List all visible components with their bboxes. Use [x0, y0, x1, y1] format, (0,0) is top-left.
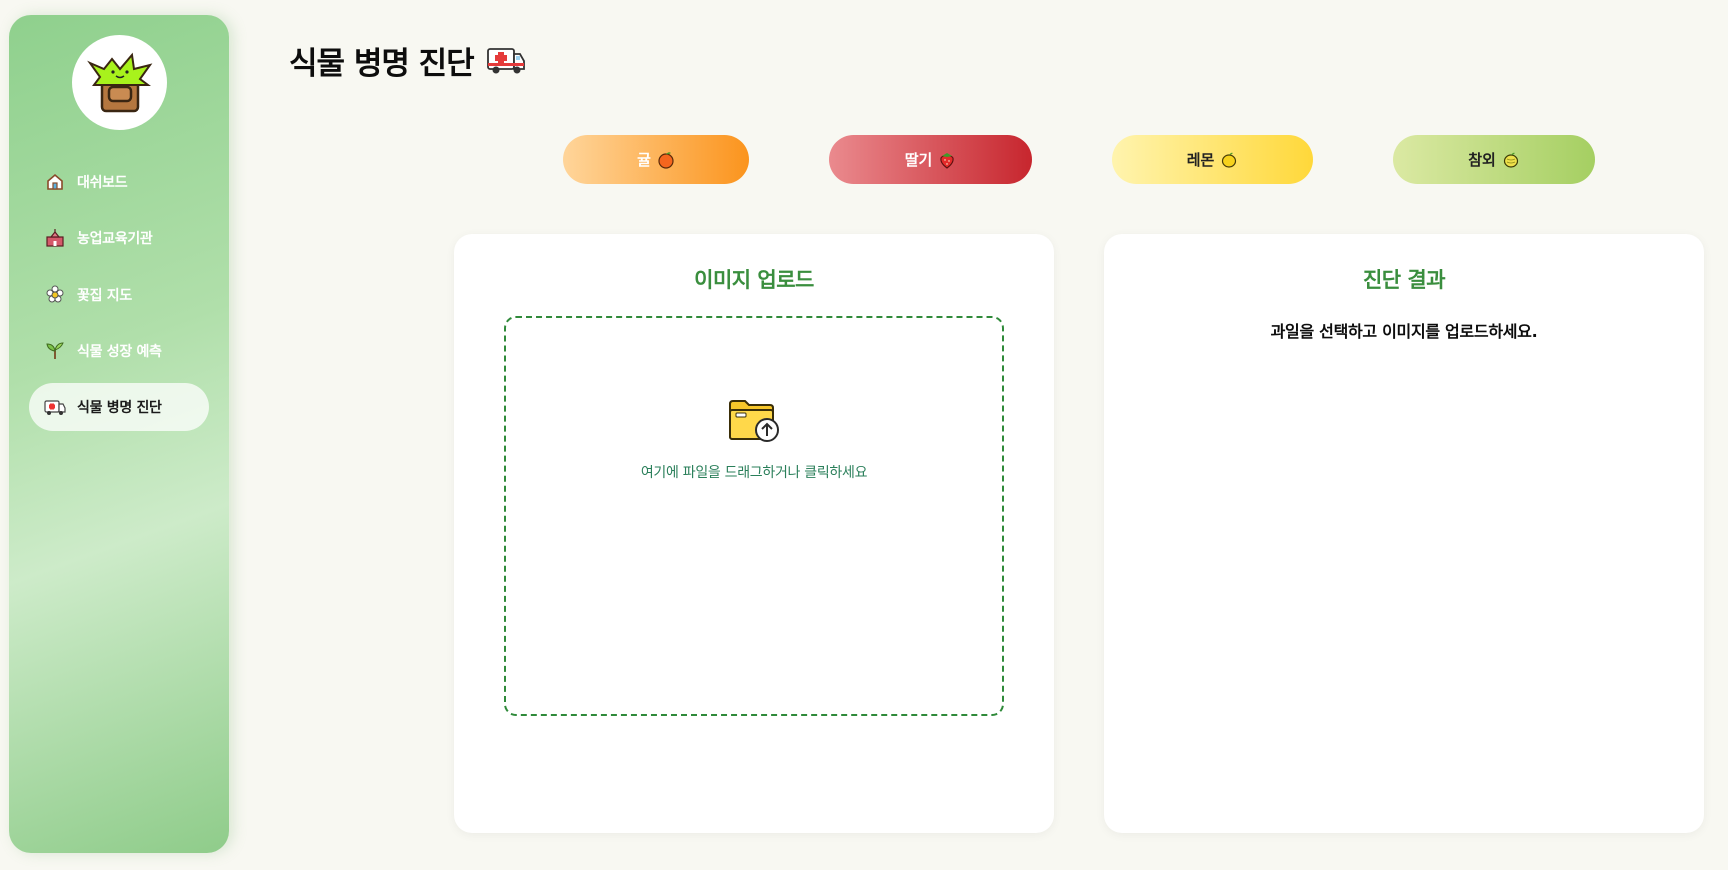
upload-card-title: 이미지 업로드 [694, 268, 814, 292]
strawberry-button[interactable]: 딸기 [829, 135, 1032, 184]
sidebar-item-label: 식물 병명 진단 [77, 400, 162, 416]
result-message: 과일을 선택하고 이미지를 업로드하세요. [1270, 322, 1538, 341]
sidebar-item-label: 식물 성장 예측 [77, 344, 162, 360]
lemon-button[interactable]: 레몬 [1112, 135, 1313, 184]
file-dropzone[interactable]: 여기에 파일을 드래그하거나 클릭하세요 [504, 316, 1004, 716]
ambulance-icon [43, 395, 67, 419]
sidebar-item-label: 대쉬보드 [77, 175, 128, 191]
tangerine-icon [658, 151, 674, 169]
page-title: 식물 병명 진단 [289, 38, 526, 82]
sidebar-item-education[interactable]: 농업교육기관 [29, 214, 209, 262]
sidebar-item-growth[interactable]: 식물 성장 예측 [29, 327, 209, 375]
ambulance-icon [486, 48, 525, 74]
page-title-text: 식물 병명 진단 [289, 45, 475, 82]
strawberry-icon [940, 152, 954, 169]
dropzone-instruction: 여기에 파일을 드래그하거나 클릭하세요 [640, 465, 868, 481]
flower-icon [43, 283, 67, 307]
melon-icon [1503, 152, 1518, 168]
sprout-icon [43, 339, 67, 363]
tangerine-button[interactable]: 귤 [563, 135, 749, 184]
lemon-button-label: 레몬 [1186, 151, 1215, 169]
school-icon [43, 226, 67, 250]
sidebar-item-label: 농업교육기관 [77, 231, 153, 247]
upload-card: 이미지 업로드 여기에 파일을 드래그하거나 클릭하세요 [454, 234, 1054, 833]
home-icon [43, 170, 67, 194]
sidebar-item-flower-map[interactable]: 꽃집 지도 [29, 271, 209, 319]
tangerine-button-label: 귤 [637, 151, 651, 169]
melon-button-label: 참외 [1468, 151, 1496, 169]
lemon-icon [1222, 152, 1237, 168]
result-card: 진단 결과 과일을 선택하고 이미지를 업로드하세요. [1104, 234, 1704, 833]
strawberry-button-label: 딸기 [904, 151, 933, 169]
sidebar-item-dashboard[interactable]: 대쉬보드 [29, 158, 209, 206]
logo[interactable] [72, 35, 167, 130]
folder-upload-icon [729, 400, 779, 442]
sidebar: 대쉬보드 농업교육기관 꽃집 지도 식물 성장 예측 식물 병명 진단 [9, 15, 229, 853]
sidebar-item-label: 꽃집 지도 [77, 288, 132, 304]
result-card-title: 진단 결과 [1362, 268, 1446, 292]
plant-mascot-icon [86, 52, 152, 112]
melon-button[interactable]: 참외 [1393, 135, 1595, 184]
sidebar-item-diagnosis[interactable]: 식물 병명 진단 [29, 383, 209, 431]
